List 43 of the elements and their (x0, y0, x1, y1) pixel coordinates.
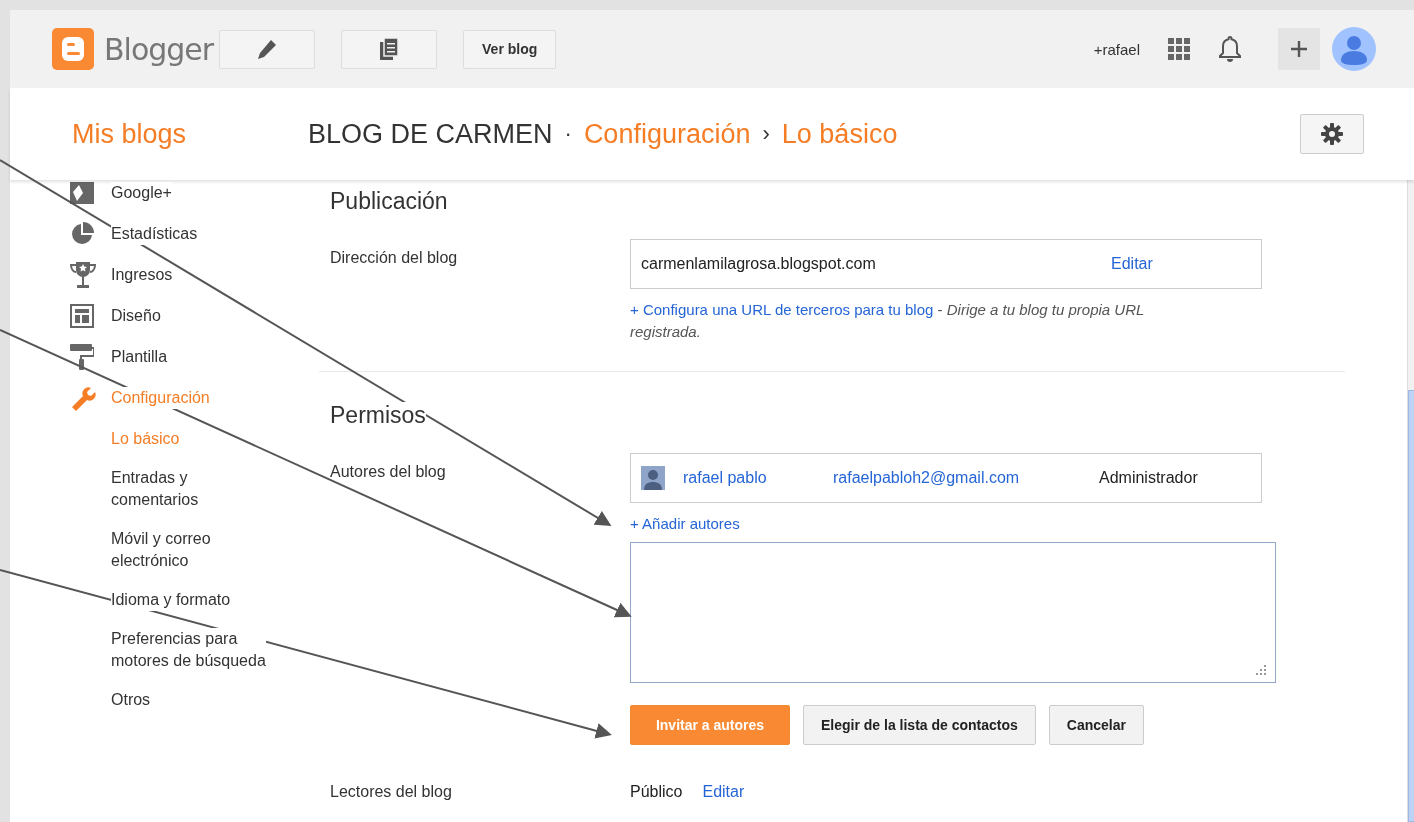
sidebar-item[interactable]: Estadísticas (111, 223, 198, 245)
settings-button[interactable] (1300, 114, 1364, 154)
wrench-icon (70, 385, 96, 411)
sidebar-subitem[interactable]: Preferencias para motores de búsqueda (111, 628, 266, 672)
logo-text: Blogger (104, 31, 214, 67)
field-label: Autores del blog (329, 462, 447, 482)
layout-icon (70, 304, 94, 328)
new-post-button[interactable] (219, 29, 316, 69)
posts-button[interactable] (341, 29, 438, 69)
add-button[interactable] (1278, 28, 1320, 70)
breadcrumb-current: Lo básico (781, 118, 898, 150)
pie-chart-icon (70, 222, 94, 246)
choose-contacts-button[interactable]: Elegir de la lista de contactos (803, 705, 1036, 745)
author-name[interactable]: rafael pablo (683, 469, 833, 487)
paint-roller-icon (70, 344, 94, 370)
help-text: + Configura una URL de terceros para tu blog - Dirige a tu blog tu propia URL registrada. (630, 300, 1146, 342)
settings-icon (1321, 123, 1343, 145)
blog-name: BLOG DE CARMEN (308, 118, 553, 150)
plus-icon (1290, 40, 1308, 58)
view-blog-button[interactable]: Ver blog (463, 29, 557, 69)
blogger-logo-icon (52, 28, 94, 70)
cancel-button[interactable]: Cancelar (1048, 705, 1144, 745)
author-role: Administrador (1099, 469, 1198, 487)
apps-grid-icon[interactable] (1168, 38, 1190, 60)
resize-handle-icon (1255, 664, 1267, 676)
author-email[interactable]: rafaelpabloh2@gmail.com (833, 469, 1099, 487)
user-link[interactable]: +rafael (1093, 40, 1140, 58)
add-authors-link[interactable]: + Añadir autores (630, 515, 1276, 532)
chevron: › (762, 121, 770, 147)
edit-link[interactable]: Editar (1111, 255, 1153, 273)
avatar-icon[interactable] (1332, 27, 1376, 71)
pencil-icon (256, 38, 279, 60)
separator: · (564, 121, 572, 147)
blog-address: carmenlamilagrosa.blogspot.com (641, 255, 877, 273)
edit-link[interactable]: Editar (702, 783, 745, 801)
bell-icon[interactable] (1218, 35, 1242, 63)
avatar-icon (641, 466, 665, 490)
field-label: Dirección del blog (329, 248, 459, 268)
documents-icon (379, 37, 400, 61)
field-label: Lectores del blog (329, 782, 453, 801)
custom-url-link[interactable]: + Configura una URL de terceros para tu blog (630, 301, 934, 318)
trophy-icon (70, 261, 96, 289)
readers-value: Público (630, 783, 683, 801)
